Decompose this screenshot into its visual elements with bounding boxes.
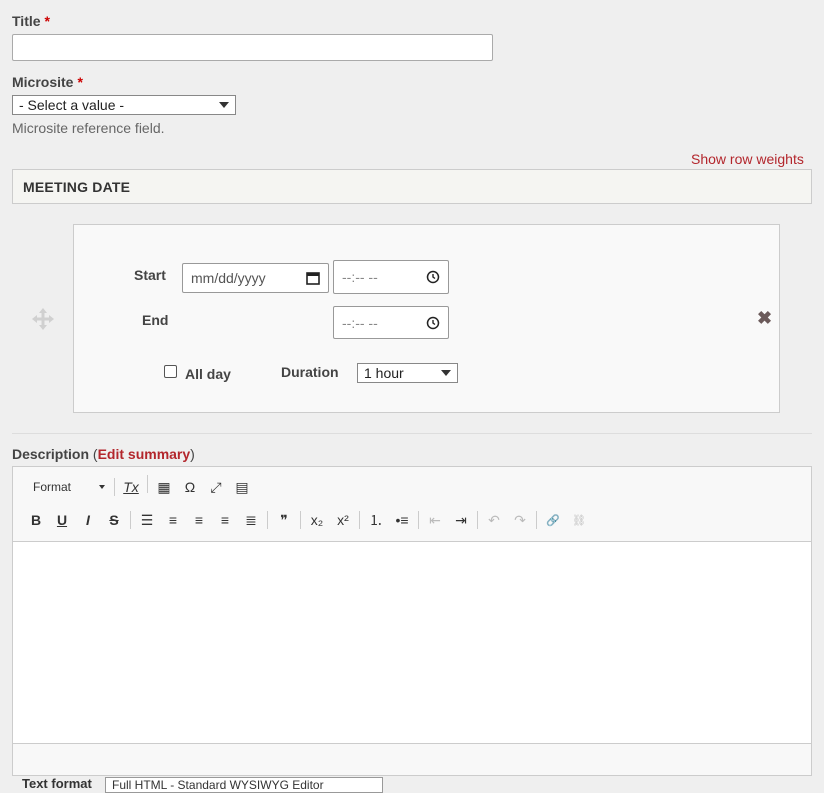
indent-icon[interactable]: ⇥ (448, 508, 474, 532)
drag-handle[interactable] (31, 307, 55, 331)
wysiwyg-editor: Format Tx ▦ Ω ⤢ ▤ B U I S ☰ ≡ ≡ ≡ ≣ ❞ x₂ x² ⒈ •≡ ⇤ ⇥ ↶ ↷ 🔗 ⛓ (12, 466, 812, 776)
divider (12, 433, 812, 434)
microsite-description: Microsite reference field. (12, 120, 165, 136)
end-time-input[interactable]: --:-- -- (333, 306, 449, 339)
remove-row-icon[interactable]: ✖ (757, 309, 772, 327)
redo-icon[interactable]: ↷ (507, 508, 533, 532)
unlink-icon[interactable]: ⛓ (566, 508, 592, 532)
duration-select[interactable]: 1 hour (357, 363, 458, 383)
start-time-input[interactable]: --:-- -- (333, 260, 449, 294)
numbered-list-icon[interactable]: ⒈ (363, 508, 389, 532)
toolbar-separator (536, 511, 537, 529)
toolbar-separator (477, 511, 478, 529)
chevron-down-icon (441, 370, 451, 376)
bullet-list-icon[interactable]: •≡ (389, 508, 415, 532)
table-icon[interactable]: ▦ (151, 475, 177, 499)
text-format-select[interactable]: Full HTML - Standard WYSIWYG Editor (105, 777, 383, 793)
title-input[interactable] (12, 34, 493, 61)
maximize-icon[interactable]: ⤢ (203, 475, 229, 499)
toolbar-separator (418, 511, 419, 529)
editor-toolbar-row-1: Format Tx ▦ Ω ⤢ ▤ (13, 475, 819, 499)
align-right-icon[interactable]: ≡ (212, 508, 238, 532)
all-day-label: All day (185, 366, 231, 382)
strikethrough-icon[interactable]: S (101, 508, 127, 532)
align-left-icon[interactable]: ≡ (160, 508, 186, 532)
format-dropdown[interactable]: Format (21, 475, 111, 499)
required-mark: * (44, 13, 50, 29)
justify-icon[interactable]: ≣ (238, 508, 264, 532)
source-icon[interactable]: ▤ (229, 475, 255, 499)
move-icon (32, 308, 54, 330)
special-char-icon[interactable]: Ω (177, 475, 203, 499)
editor-content-area[interactable] (13, 541, 811, 744)
text-format-label: Text format (22, 776, 92, 791)
undo-icon[interactable]: ↶ (481, 508, 507, 532)
superscript-icon[interactable]: x² (330, 508, 356, 532)
outdent-icon[interactable]: ⇤ (422, 508, 448, 532)
end-label: End (142, 312, 169, 328)
toolbar-separator (300, 511, 301, 529)
toolbar-separator (147, 475, 148, 493)
calendar-icon[interactable] (306, 271, 320, 285)
remove-format-icon[interactable]: Tx (118, 475, 144, 499)
link-icon[interactable]: 🔗 (540, 508, 566, 532)
title-label: Title * (12, 13, 50, 29)
toolbar-separator (359, 511, 360, 529)
align-center-icon[interactable]: ≡ (186, 508, 212, 532)
edit-summary-link[interactable]: Edit summary (98, 446, 191, 462)
all-day-checkbox[interactable] (164, 365, 177, 378)
microsite-select[interactable]: - Select a value - (12, 95, 236, 115)
microsite-label: Microsite * (12, 74, 83, 90)
editor-toolbar-row-2: B U I S ☰ ≡ ≡ ≡ ≣ ❞ x₂ x² ⒈ •≡ ⇤ ⇥ ↶ ↷ 🔗 ⛓ (13, 508, 821, 532)
chevron-down-icon (99, 485, 105, 489)
blockquote-icon[interactable]: ❞ (271, 508, 297, 532)
chevron-down-icon (219, 102, 229, 108)
italic-icon[interactable]: I (75, 508, 101, 532)
duration-label: Duration (281, 364, 339, 380)
horizontal-rule-icon[interactable]: ☰ (134, 508, 160, 532)
underline-icon[interactable]: U (49, 508, 75, 532)
bold-icon[interactable]: B (23, 508, 49, 532)
clock-icon[interactable] (426, 270, 440, 284)
start-date-input[interactable]: mm/dd/yyyy (182, 263, 329, 293)
required-mark: * (77, 74, 83, 90)
subscript-icon[interactable]: x₂ (304, 508, 330, 532)
start-label: Start (134, 267, 166, 283)
clock-icon[interactable] (426, 316, 440, 330)
description-label-row: Description (Edit summary) (12, 446, 195, 462)
show-row-weights-link[interactable]: Show row weights (691, 151, 804, 167)
meeting-date-header: MEETING DATE (12, 169, 812, 204)
toolbar-separator (114, 478, 115, 496)
toolbar-separator (267, 511, 268, 529)
toolbar-separator (130, 511, 131, 529)
